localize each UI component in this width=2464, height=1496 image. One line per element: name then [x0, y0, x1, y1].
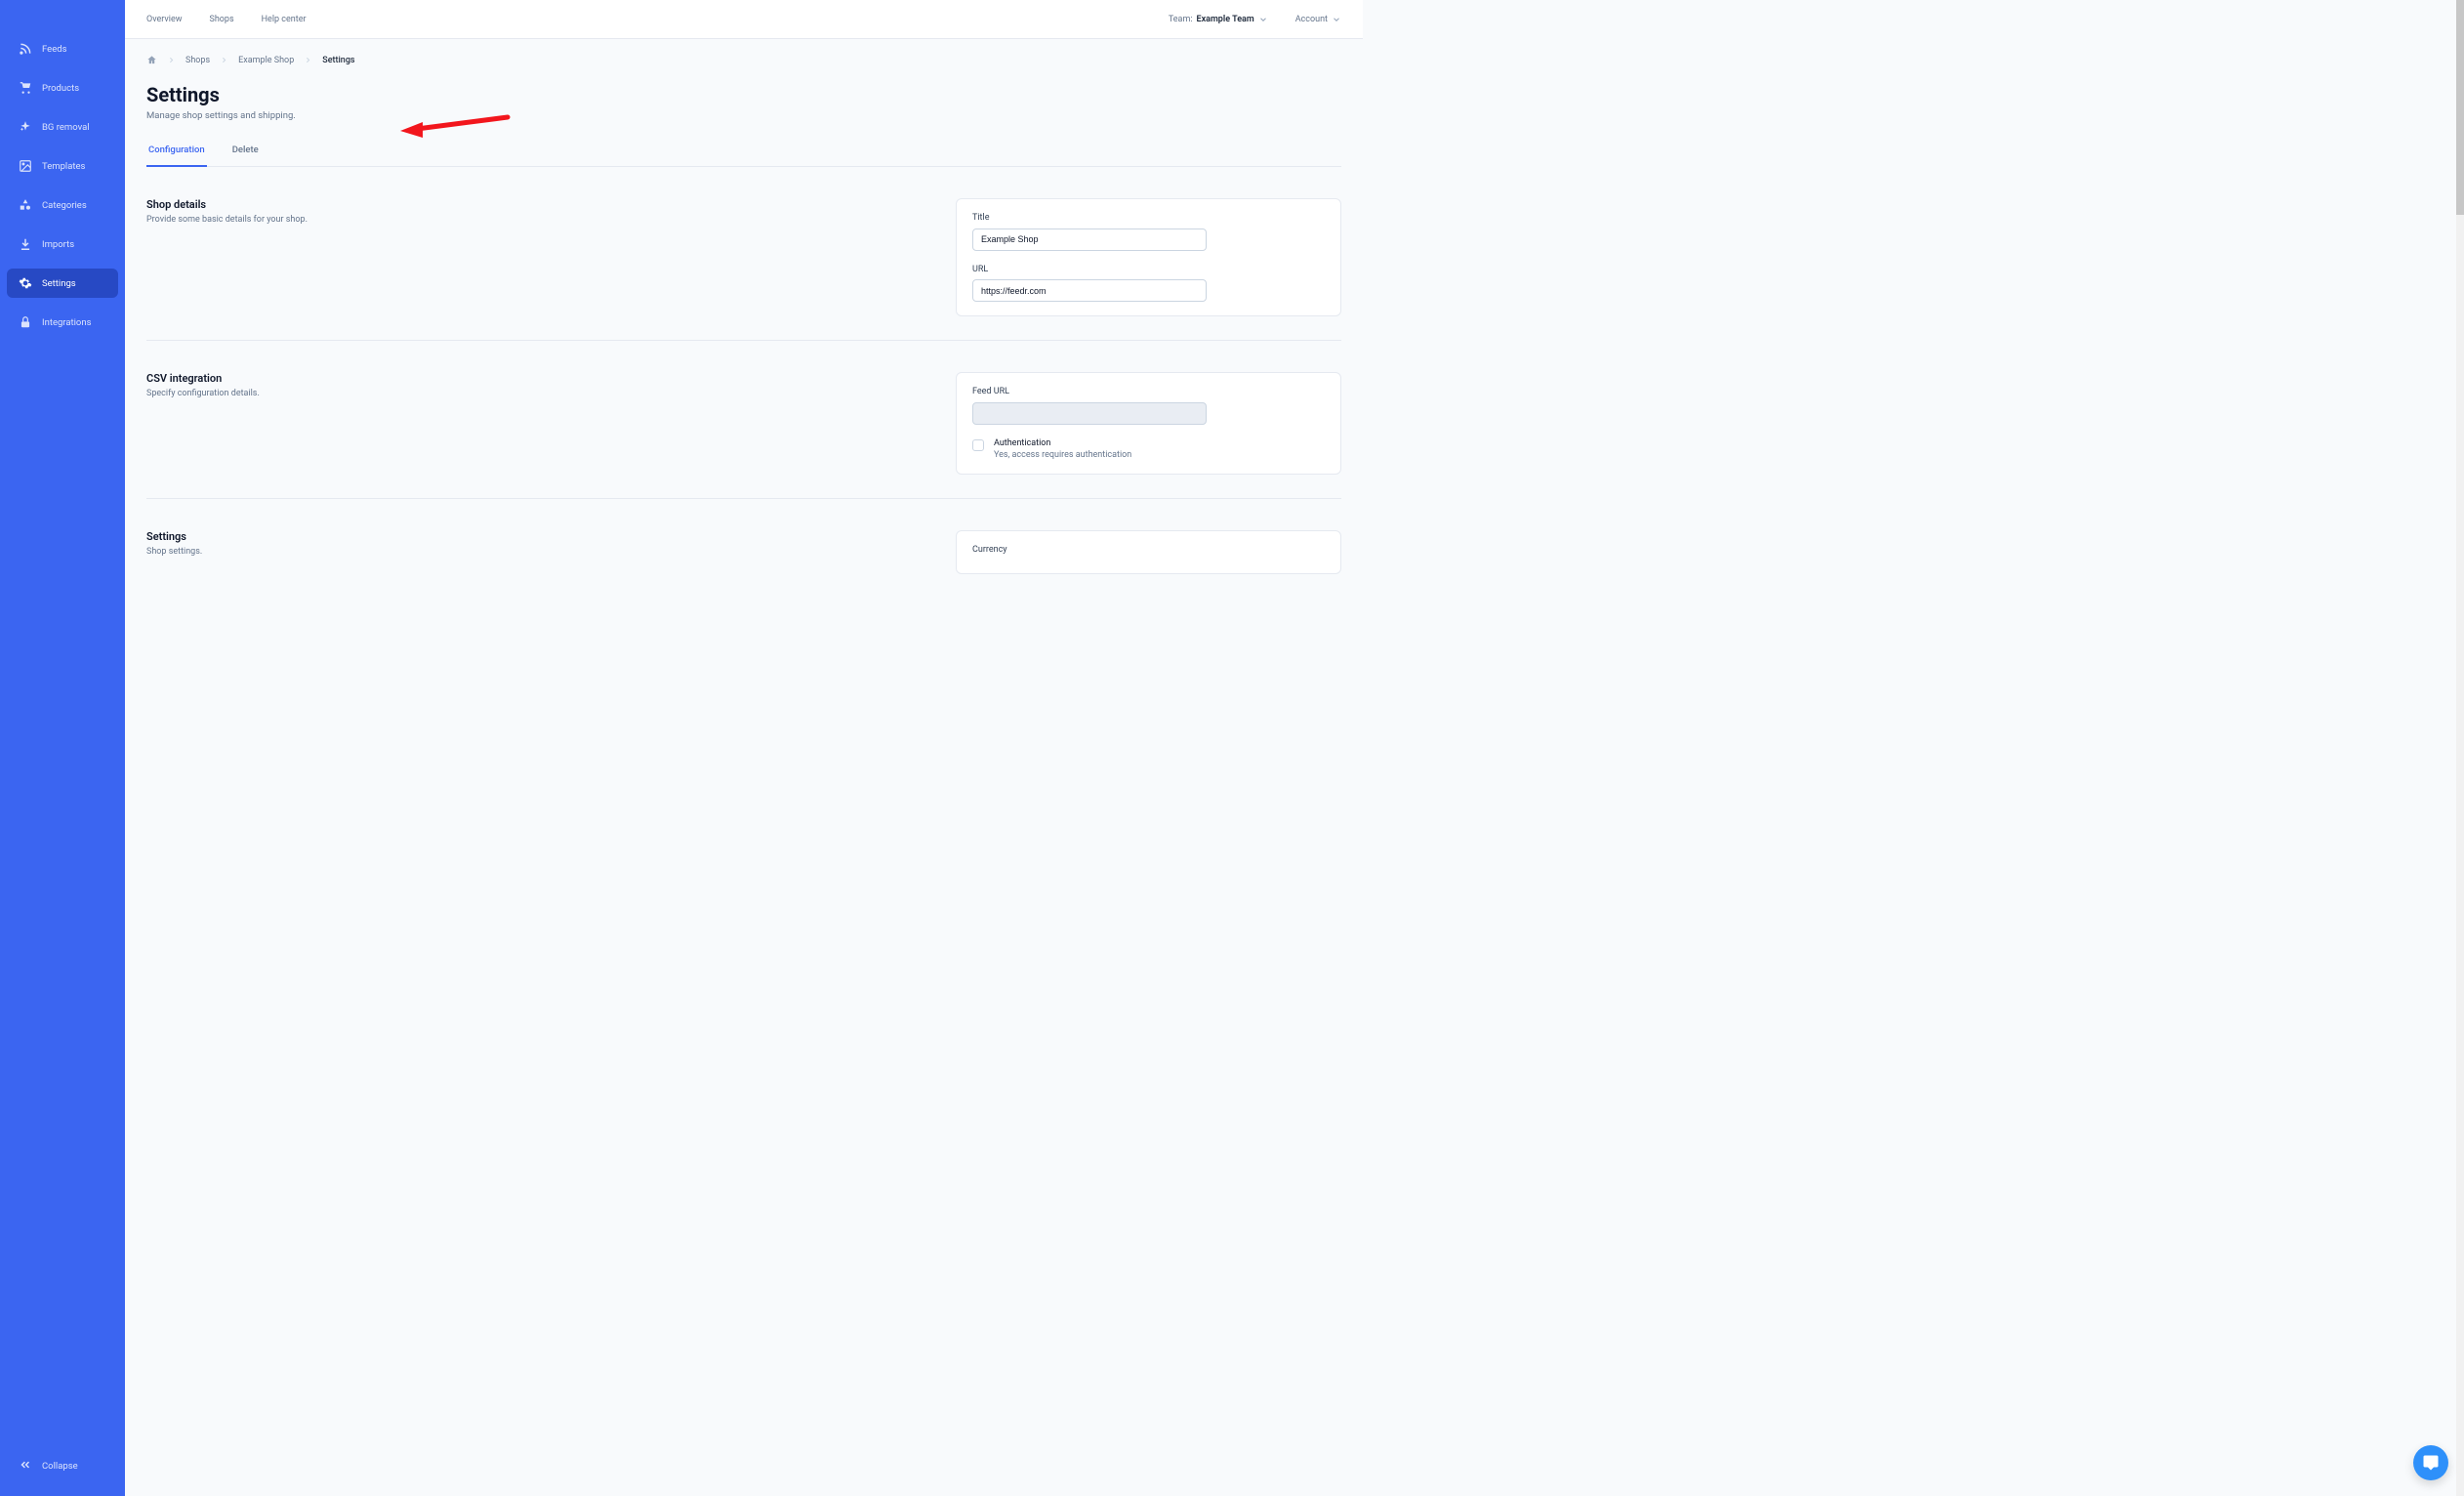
csv-card: Feed URL Authentication Yes, access requ… [956, 372, 1341, 475]
title-input[interactable] [972, 229, 1207, 251]
chat-icon [2422, 1454, 2440, 1472]
content: Shops Example Shop Settings Settings Man… [125, 39, 1363, 637]
topbar: Overview Shops Help center Team: Example… [125, 0, 1363, 39]
section-left: Shop details Provide some basic details … [146, 198, 342, 316]
shapes-icon [19, 198, 32, 212]
cart-icon [19, 81, 32, 95]
section-right: Title URL [956, 198, 1341, 316]
url-label: URL [972, 265, 1325, 274]
section-csv: CSV integration Specify configuration de… [146, 362, 1341, 499]
chevron-right-icon [220, 56, 228, 64]
section-title: CSV integration [146, 372, 342, 385]
team-prefix: Team: [1169, 15, 1193, 24]
sidebar-item-label: Imports [42, 239, 74, 250]
scrollbar[interactable] [2456, 0, 2464, 1496]
chevron-down-icon [1258, 15, 1268, 24]
currency-label: Currency [972, 545, 1325, 555]
image-icon [19, 159, 32, 173]
page-title: Settings [146, 83, 1341, 106]
section-desc: Provide some basic details for your shop… [146, 215, 342, 225]
sidebar-item-integrations[interactable]: Integrations [7, 308, 118, 337]
chevrons-left-icon [19, 1458, 32, 1475]
field-feed-url: Feed URL [972, 387, 1325, 425]
chevron-right-icon [167, 56, 176, 64]
url-input[interactable] [972, 279, 1207, 302]
sidebar: Feeds Products BG removal Templates Cate… [0, 0, 125, 1496]
auth-sub: Yes, access requires authentication [994, 450, 1131, 460]
field-url: URL [972, 265, 1325, 303]
chevron-right-icon [304, 56, 312, 64]
section-shop-details: Shop details Provide some basic details … [146, 188, 1341, 341]
download-icon [19, 237, 32, 251]
sidebar-collapse[interactable]: Collapse [7, 1450, 118, 1482]
lock-icon [19, 315, 32, 329]
topbar-overview[interactable]: Overview [146, 15, 182, 24]
auth-checkbox[interactable] [972, 439, 984, 451]
sidebar-item-label: Feeds [42, 44, 67, 55]
tabs: Configuration Delete [146, 137, 1341, 167]
shop-details-card: Title URL [956, 198, 1341, 316]
section-title: Settings [146, 530, 342, 543]
sidebar-items: Feeds Products BG removal Templates Cate… [0, 34, 125, 1450]
breadcrumb: Shops Example Shop Settings [146, 55, 1341, 65]
auth-label: Authentication [994, 438, 1131, 448]
topbar-help[interactable]: Help center [262, 15, 307, 24]
gear-icon [19, 276, 32, 290]
sidebar-item-feeds[interactable]: Feeds [7, 34, 118, 63]
field-title: Title [972, 213, 1325, 251]
settings-card: Currency [956, 530, 1341, 574]
section-left: Settings Shop settings. [146, 530, 342, 574]
section-left: CSV integration Specify configuration de… [146, 372, 342, 475]
team-name: Example Team [1197, 15, 1254, 24]
field-currency: Currency [972, 545, 1325, 555]
rss-icon [19, 42, 32, 56]
section-title: Shop details [146, 198, 342, 211]
section-desc: Specify configuration details. [146, 389, 342, 398]
account-label: Account [1295, 15, 1328, 24]
chat-launcher[interactable] [2413, 1445, 2448, 1480]
title-label: Title [972, 213, 1325, 223]
sparkle-icon [19, 120, 32, 134]
breadcrumb-shop[interactable]: Example Shop [238, 56, 294, 65]
section-right: Feed URL Authentication Yes, access requ… [956, 372, 1341, 475]
feed-url-input[interactable] [972, 402, 1207, 425]
topbar-shops[interactable]: Shops [209, 15, 233, 24]
tab-delete[interactable]: Delete [230, 137, 261, 167]
sidebar-item-imports[interactable]: Imports [7, 229, 118, 259]
breadcrumb-shops[interactable]: Shops [185, 56, 210, 65]
section-right: Currency [956, 530, 1341, 574]
sidebar-item-label: Products [42, 83, 79, 94]
tab-configuration[interactable]: Configuration [146, 137, 207, 167]
home-icon[interactable] [146, 55, 157, 65]
sidebar-item-settings[interactable]: Settings [7, 269, 118, 298]
section-settings: Settings Shop settings. Currency [146, 520, 1341, 598]
team-switcher[interactable]: Team: Example Team [1169, 15, 1268, 24]
topbar-right: Team: Example Team Account [1169, 15, 1341, 24]
sidebar-item-label: Templates [42, 161, 85, 172]
main: Overview Shops Help center Team: Example… [125, 0, 1363, 831]
field-auth: Authentication Yes, access requires auth… [972, 438, 1325, 460]
sidebar-item-templates[interactable]: Templates [7, 151, 118, 181]
chevron-down-icon [1332, 15, 1341, 24]
sidebar-item-bg-removal[interactable]: BG removal [7, 112, 118, 142]
sidebar-item-categories[interactable]: Categories [7, 190, 118, 220]
section-desc: Shop settings. [146, 547, 342, 557]
breadcrumb-current: Settings [322, 56, 354, 65]
sidebar-item-label: Categories [42, 200, 87, 211]
feed-url-label: Feed URL [972, 387, 1325, 396]
account-menu[interactable]: Account [1295, 15, 1341, 24]
scrollbar-thumb[interactable] [2456, 0, 2464, 215]
page-subtitle: Manage shop settings and shipping. [146, 110, 1341, 121]
sidebar-item-label: Integrations [42, 317, 92, 328]
collapse-label: Collapse [42, 1461, 78, 1472]
sidebar-item-products[interactable]: Products [7, 73, 118, 103]
topbar-left: Overview Shops Help center [146, 15, 307, 24]
sidebar-item-label: Settings [42, 278, 76, 289]
sidebar-item-label: BG removal [42, 122, 90, 133]
